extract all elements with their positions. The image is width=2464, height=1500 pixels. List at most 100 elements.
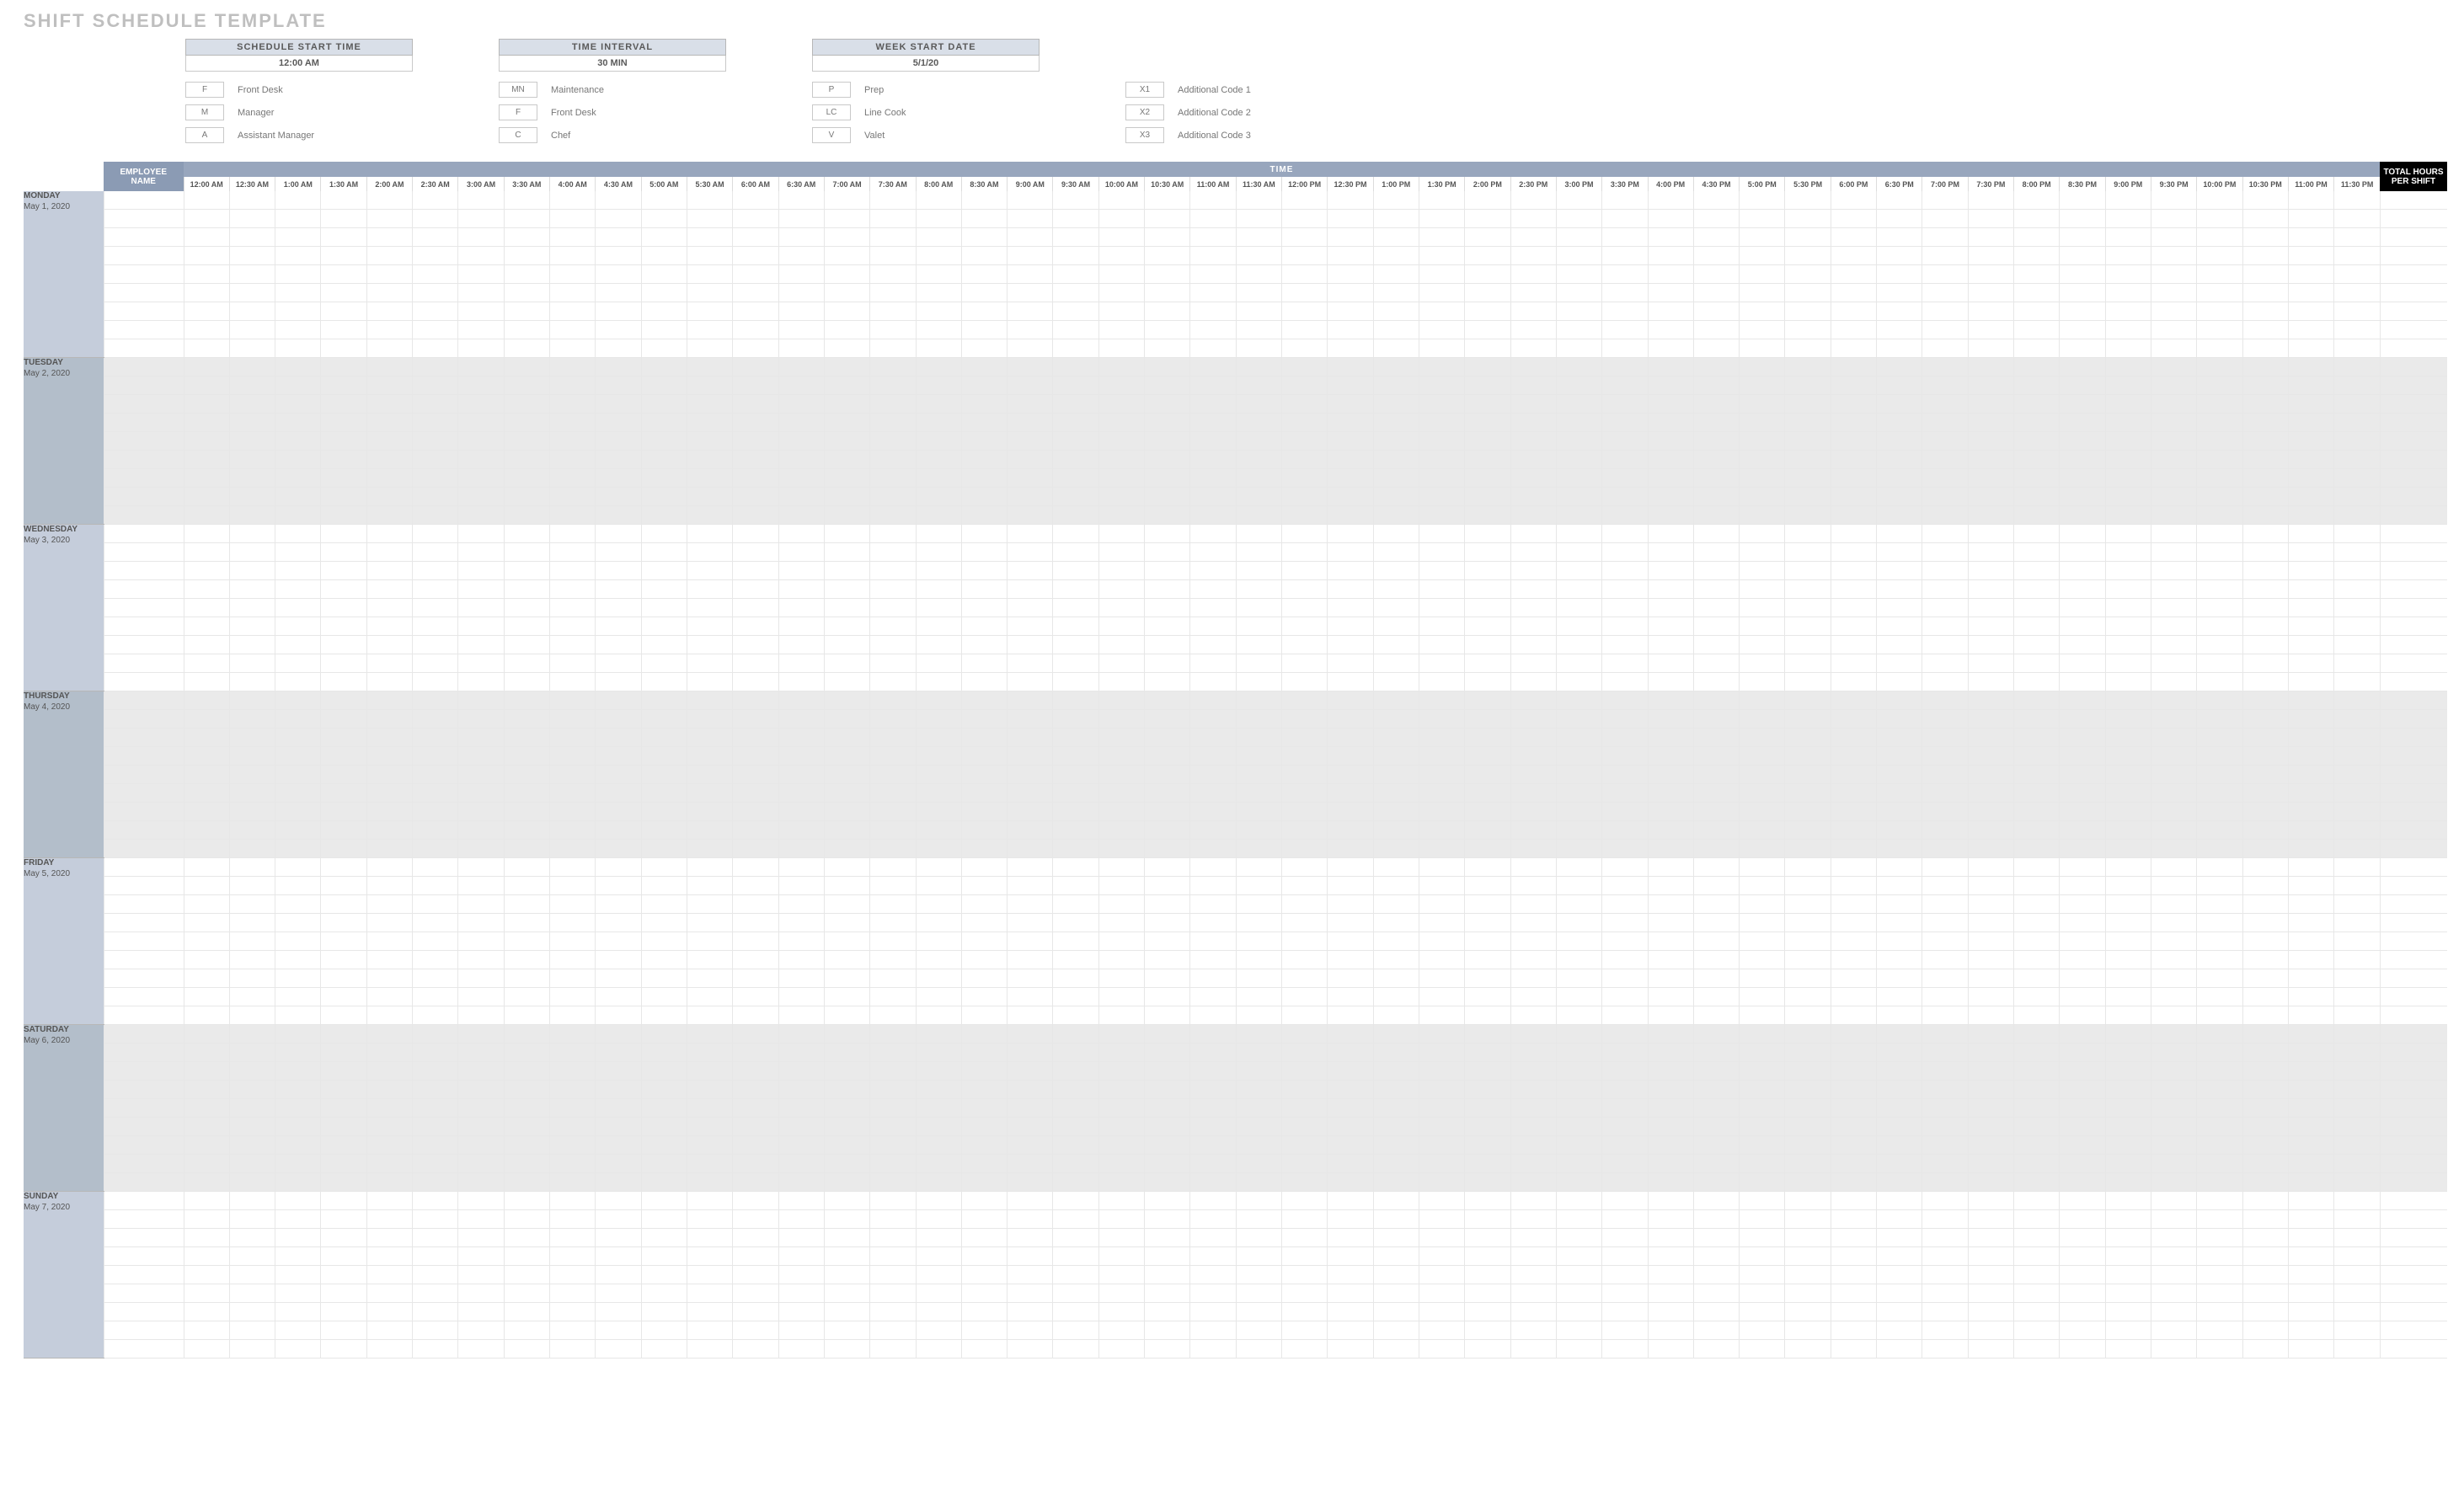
shift-cell[interactable] xyxy=(2105,747,2151,766)
shift-cell[interactable] xyxy=(1145,1136,1190,1155)
shift-cell[interactable] xyxy=(2334,691,2380,710)
shift-cell[interactable] xyxy=(2151,451,2196,469)
shift-cell[interactable] xyxy=(596,210,641,228)
shift-cell[interactable] xyxy=(1922,1062,1968,1081)
shift-cell[interactable] xyxy=(687,951,732,969)
shift-cell[interactable] xyxy=(1785,1229,1831,1247)
employee-cell[interactable] xyxy=(104,617,184,636)
shift-cell[interactable] xyxy=(2288,1025,2333,1044)
shift-cell[interactable] xyxy=(2197,228,2242,247)
shift-cell[interactable] xyxy=(2334,803,2380,821)
shift-cell[interactable] xyxy=(733,821,778,840)
shift-cell[interactable] xyxy=(1693,1025,1739,1044)
shift-cell[interactable] xyxy=(2242,265,2288,284)
shift-cell[interactable] xyxy=(1236,691,1281,710)
shift-cell[interactable] xyxy=(2334,525,2380,543)
shift-cell[interactable] xyxy=(2197,506,2242,525)
shift-cell[interactable] xyxy=(824,376,869,395)
shift-cell[interactable] xyxy=(870,895,916,914)
shift-cell[interactable] xyxy=(1236,339,1281,358)
shift-cell[interactable] xyxy=(2060,710,2105,729)
shift-cell[interactable] xyxy=(1236,951,1281,969)
shift-cell[interactable] xyxy=(1190,636,1236,654)
shift-cell[interactable] xyxy=(1098,673,1144,691)
shift-cell[interactable] xyxy=(1877,1192,1922,1210)
shift-cell[interactable] xyxy=(1145,395,1190,414)
shift-cell[interactable] xyxy=(1831,710,1876,729)
shift-cell[interactable] xyxy=(2105,1136,2151,1155)
shift-cell[interactable] xyxy=(1648,228,1693,247)
shift-cell[interactable] xyxy=(778,1081,824,1099)
shift-cell[interactable] xyxy=(916,691,961,710)
shift-cell[interactable] xyxy=(1693,1340,1739,1359)
shift-cell[interactable] xyxy=(733,543,778,562)
shift-cell[interactable] xyxy=(2242,840,2288,858)
shift-cell[interactable] xyxy=(2334,877,2380,895)
shift-cell[interactable] xyxy=(1831,1155,1876,1173)
shift-cell[interactable] xyxy=(870,1025,916,1044)
shift-cell[interactable] xyxy=(458,784,504,803)
shift-cell[interactable] xyxy=(2151,858,2196,877)
shift-cell[interactable] xyxy=(1373,432,1419,451)
shift-cell[interactable] xyxy=(2060,358,2105,376)
shift-cell[interactable] xyxy=(2197,1340,2242,1359)
shift-cell[interactable] xyxy=(1922,488,1968,506)
shift-cell[interactable] xyxy=(2105,654,2151,673)
shift-cell[interactable] xyxy=(1008,506,1053,525)
shift-cell[interactable] xyxy=(1190,506,1236,525)
shift-cell[interactable] xyxy=(413,784,458,803)
employee-cell[interactable] xyxy=(104,895,184,914)
shift-cell[interactable] xyxy=(2105,321,2151,339)
shift-cell[interactable] xyxy=(2060,395,2105,414)
shift-cell[interactable] xyxy=(1190,1062,1236,1081)
shift-cell[interactable] xyxy=(275,210,321,228)
shift-cell[interactable] xyxy=(1602,1192,1648,1210)
shift-cell[interactable] xyxy=(870,951,916,969)
shift-cell[interactable] xyxy=(2242,1303,2288,1321)
shift-cell[interactable] xyxy=(2105,580,2151,599)
shift-cell[interactable] xyxy=(2197,617,2242,636)
shift-cell[interactable] xyxy=(1236,284,1281,302)
shift-cell[interactable] xyxy=(596,1025,641,1044)
shift-cell[interactable] xyxy=(961,1006,1007,1025)
shift-cell[interactable] xyxy=(824,654,869,673)
shift-cell[interactable] xyxy=(1968,488,2013,506)
shift-cell[interactable] xyxy=(504,969,549,988)
shift-cell[interactable] xyxy=(1740,1340,1785,1359)
shift-cell[interactable] xyxy=(1328,988,1373,1006)
shift-cell[interactable] xyxy=(1740,1006,1785,1025)
shift-cell[interactable] xyxy=(1510,358,1556,376)
shift-cell[interactable] xyxy=(2288,877,2333,895)
shift-cell[interactable] xyxy=(2014,673,2060,691)
shift-cell[interactable] xyxy=(1693,414,1739,432)
shift-cell[interactable] xyxy=(1877,247,1922,265)
shift-cell[interactable] xyxy=(1419,914,1464,932)
shift-cell[interactable] xyxy=(229,302,275,321)
shift-cell[interactable] xyxy=(824,858,869,877)
shift-cell[interactable] xyxy=(413,1155,458,1173)
shift-cell[interactable] xyxy=(2014,691,2060,710)
shift-cell[interactable] xyxy=(1098,525,1144,543)
shift-cell[interactable] xyxy=(1831,766,1876,784)
shift-cell[interactable] xyxy=(366,803,412,821)
shift-cell[interactable] xyxy=(778,1044,824,1062)
shift-cell[interactable] xyxy=(1693,914,1739,932)
shift-cell[interactable] xyxy=(2197,840,2242,858)
shift-cell[interactable] xyxy=(2334,1210,2380,1229)
shift-cell[interactable] xyxy=(1465,1266,1510,1284)
shift-cell[interactable] xyxy=(1053,654,1098,673)
employee-cell[interactable] xyxy=(104,1192,184,1210)
shift-cell[interactable] xyxy=(2288,1247,2333,1266)
shift-cell[interactable] xyxy=(1145,1321,1190,1340)
shift-cell[interactable] xyxy=(1510,729,1556,747)
shift-cell[interactable] xyxy=(504,1247,549,1266)
shift-cell[interactable] xyxy=(1098,951,1144,969)
shift-cell[interactable] xyxy=(961,636,1007,654)
shift-cell[interactable] xyxy=(275,395,321,414)
shift-cell[interactable] xyxy=(550,1247,596,1266)
shift-cell[interactable] xyxy=(641,988,687,1006)
shift-cell[interactable] xyxy=(184,1266,229,1284)
shift-cell[interactable] xyxy=(2105,1155,2151,1173)
shift-cell[interactable] xyxy=(1877,1303,1922,1321)
shift-cell[interactable] xyxy=(2197,1062,2242,1081)
